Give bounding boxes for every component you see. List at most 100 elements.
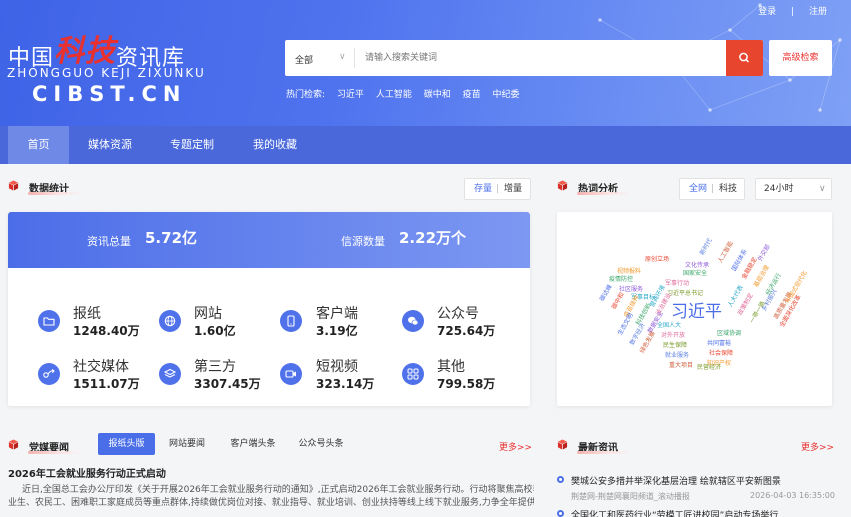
wordcloud-word[interactable]: 文化传承 [685, 260, 709, 269]
wordcloud-word[interactable]: 重大项目 [669, 360, 693, 369]
scope-toggle: 全网 | 科技 [679, 178, 745, 200]
stat-value: 1248.40万 [73, 324, 140, 338]
scope-divider: | [711, 184, 715, 194]
period-value: 24小时 [764, 184, 794, 194]
total-value: 5.72亿 [145, 229, 198, 247]
globe-icon [159, 310, 181, 332]
stat-value: 323.14万 [316, 377, 375, 391]
toggle-stock[interactable]: 存量 [474, 179, 492, 199]
hot-term[interactable]: 习近平 [337, 90, 364, 100]
hot-search-label: 热门检索: [286, 90, 326, 100]
header: 中国科技资讯库 ZHONGGUO KEJI ZIXUNKU CIBST.CN 登… [0, 0, 851, 126]
nav-item-home[interactable]: 首页 [8, 126, 69, 164]
logo-domain: CIBST.CN [32, 82, 187, 106]
stats-banner: 资讯总量 5.72亿 信源数量 2.22万个 [8, 212, 530, 268]
bullet-icon [557, 476, 564, 483]
stats-mode-toggle: 存量 | 增量 [464, 178, 531, 200]
news-title: 全国化工和医药行业“劳模工匠进校园”启动专场举行 [571, 511, 779, 517]
stat-name: 客户端 [316, 306, 358, 322]
wordcloud-word[interactable]: 民营经济 [697, 362, 721, 371]
stat-name: 其他 [437, 359, 465, 375]
stat-value: 3.19亿 [316, 324, 358, 338]
search-input[interactable] [365, 40, 720, 76]
latest-more-link[interactable]: 更多>> [801, 440, 834, 453]
scope-tech[interactable]: 科技 [719, 179, 737, 199]
link-divider: | [791, 7, 795, 17]
hot-term[interactable]: 人工智能 [376, 90, 412, 100]
nav-item-topics[interactable]: 专题定制 [160, 126, 224, 164]
logo-pinyin: ZHONGGUO KEJI ZIXUNKU [7, 66, 206, 80]
search-box: 全部 ∨ [285, 40, 763, 76]
party-media-more-link[interactable]: 更多>> [499, 440, 532, 453]
register-link[interactable]: 注册 [809, 7, 827, 17]
stat-name: 网站 [194, 306, 222, 322]
search-category-value: 全部 [295, 56, 314, 66]
cube-icon [8, 180, 19, 191]
cube-icon [557, 180, 568, 191]
list-item[interactable]: 樊城公安多措并举深化基层治理 绘就辖区平安新图景 荆楚网-荆楚网襄阳频道_滚动播… [557, 474, 837, 504]
wordcloud-word[interactable]: 原创立场 [645, 254, 669, 263]
wordcloud-panel: 习近平 原创立场 视频报料 疫情防控 社区服务 军事目标 军事行动 习近平总书记 新时代 人工智能… [557, 212, 832, 406]
wordcloud-word[interactable]: 区域协调 [717, 328, 741, 337]
wordcloud-word[interactable]: 军事行动 [665, 278, 689, 287]
stat-name: 公众号 [437, 306, 479, 322]
wechat-icon [402, 310, 424, 332]
stat-name: 报纸 [73, 306, 101, 322]
stat-value: 1.60亿 [194, 324, 236, 338]
nav-item-favorites[interactable]: 我的收藏 [244, 126, 306, 164]
stat-value: 799.58万 [437, 377, 496, 391]
folder-icon [38, 310, 60, 332]
tab-app-headline[interactable]: 客户端头条 [223, 433, 283, 455]
hot-term[interactable]: 中纪委 [492, 90, 519, 100]
search-button[interactable] [726, 40, 763, 76]
scope-all[interactable]: 全网 [689, 179, 707, 199]
layers-icon [159, 363, 181, 385]
article-title[interactable]: 2026年工会就业服务行动正式启动 [8, 465, 166, 480]
tab-newspaper-front[interactable]: 报纸头版 [98, 433, 155, 455]
logo-red-text: 科技 [54, 34, 117, 69]
hot-term[interactable]: 碳中和 [424, 90, 451, 100]
wordcloud-word[interactable]: 习近平 [671, 297, 722, 322]
wordcloud-word[interactable]: 对外开放 [661, 330, 685, 339]
video-icon [280, 363, 302, 385]
stat-name: 社交媒体 [73, 359, 129, 375]
wordcloud-word[interactable]: 社会保障 [709, 348, 733, 357]
bullet-icon [557, 510, 564, 517]
toggle-divider: | [496, 184, 500, 194]
toggle-increment[interactable]: 增量 [504, 179, 522, 199]
advanced-search-button[interactable]: 高级检索 [769, 40, 832, 76]
search-icon [739, 52, 750, 63]
wordcloud-word[interactable]: 新时代 [697, 236, 714, 256]
article-summary-line: 近日,全国总工会办公厅印发《关于开展2026年工会就业服务行动的通知》,正式启动… [22, 485, 534, 495]
share-icon [38, 363, 60, 385]
wordcloud-word[interactable]: 疫情防控 [609, 274, 633, 283]
stat-name: 短视频 [316, 359, 358, 375]
wordcloud-word[interactable]: 共同富裕 [707, 338, 731, 347]
main-nav: 首页 媒体资源 专题定制 我的收藏 [0, 126, 851, 164]
stat-value: 3307.45万 [194, 377, 261, 391]
search-category-select[interactable]: 全部 ∨ [285, 40, 355, 76]
tab-wechat-headline[interactable]: 公众号头条 [291, 433, 351, 455]
wordcloud-word[interactable]: 外交部 [755, 242, 772, 262]
period-select[interactable]: 24小时 ∨ [755, 178, 832, 200]
grid-icon [402, 363, 424, 385]
tab-website-news[interactable]: 网站要闻 [162, 433, 212, 455]
news-source: 荆楚网-荆楚网襄阳频道_滚动播报 [571, 492, 690, 501]
hot-term[interactable]: 疫苗 [463, 90, 481, 100]
source-value: 2.22万个 [399, 229, 467, 247]
cube-icon [557, 439, 568, 450]
nav-item-media[interactable]: 媒体资源 [80, 126, 140, 164]
title-underline [577, 451, 631, 454]
title-underline [577, 192, 631, 195]
list-item[interactable]: 全国化工和医药行业“劳模工匠进校园”启动专场举行 [557, 508, 837, 517]
word-cloud: 习近平 原创立场 视频报料 疫情防控 社区服务 军事目标 军事行动 习近平总书记 新时代 人工智能… [557, 212, 832, 406]
wordcloud-word[interactable]: 全国人大 [657, 320, 681, 329]
news-time: 2026-04-03 16:35:00 [750, 491, 835, 500]
wordcloud-word[interactable]: 国家安全 [683, 268, 707, 277]
wordcloud-word[interactable]: 就业服务 [665, 350, 689, 359]
title-underline [28, 451, 82, 454]
stat-value: 1511.07万 [73, 377, 140, 391]
login-link[interactable]: 登录 [758, 7, 776, 17]
wordcloud-word[interactable]: 民生保障 [663, 340, 687, 349]
chevron-down-icon: ∨ [819, 184, 826, 194]
